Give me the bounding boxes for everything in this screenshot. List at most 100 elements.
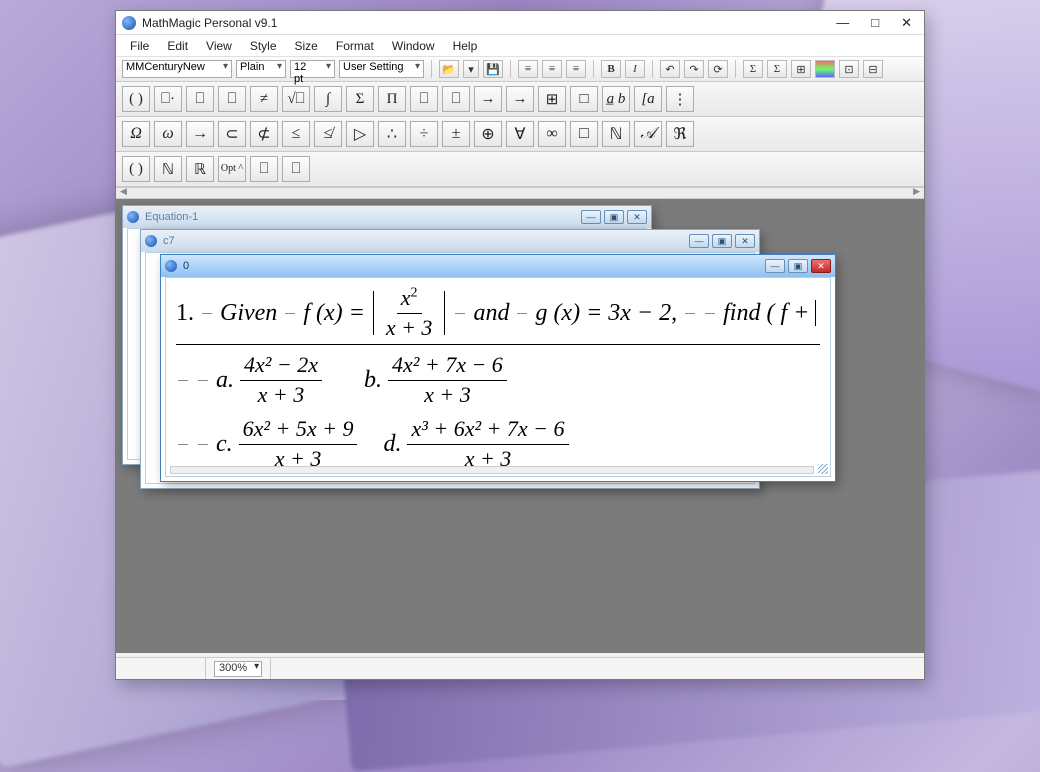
tmpl-slot5[interactable]: ⎕ — [410, 86, 438, 112]
sym-natural[interactable]: ℕ — [602, 121, 630, 147]
mdi-close-button[interactable]: ✕ — [811, 259, 831, 273]
sym-infinity[interactable]: ∞ — [538, 121, 566, 147]
align-center-button[interactable]: ≡ — [542, 60, 562, 78]
tmpl-noteq[interactable]: ≠ — [250, 86, 278, 112]
color-button[interactable] — [815, 60, 835, 78]
sigma-panel2-button[interactable]: Σ — [767, 60, 787, 78]
horizontal-scrollbar[interactable] — [170, 466, 814, 474]
open-dropdown[interactable]: ▾ — [463, 60, 479, 78]
sym-le[interactable]: ≤ — [282, 121, 310, 147]
bold-button[interactable]: B — [601, 60, 621, 78]
tmpl-arrow[interactable]: → — [506, 86, 534, 112]
titlebar[interactable]: MathMagic Personal v9.1 — □ ✕ — [116, 11, 924, 35]
sym-subset[interactable]: ⊂ — [218, 121, 246, 147]
sym-real-r[interactable]: ℜ — [666, 121, 694, 147]
mdi-max-button[interactable]: ▣ — [712, 234, 732, 248]
mdi-body[interactable]: 1. Given f (x) = x2 x + 3 and — [165, 277, 831, 477]
tmpl-slot1[interactable]: ⎕· — [154, 86, 182, 112]
save-button[interactable]: 💾 — [483, 60, 503, 78]
align-right-button[interactable]: ≡ — [566, 60, 586, 78]
mdi-min-button[interactable]: — — [689, 234, 709, 248]
tmpl-underline[interactable]: a̲ b — [602, 86, 630, 112]
menu-style[interactable]: Style — [242, 37, 285, 55]
redo-button[interactable]: ↷ — [684, 60, 704, 78]
tmpl-slot3[interactable]: ⎕ — [218, 86, 246, 112]
palette-scroll[interactable] — [116, 187, 924, 199]
sym-oplus[interactable]: ⊕ — [474, 121, 502, 147]
resize-grip[interactable] — [818, 464, 828, 474]
sym-plusminus[interactable]: ± — [442, 121, 470, 147]
sym-square[interactable]: □ — [570, 121, 598, 147]
menu-view[interactable]: View — [198, 37, 240, 55]
tmpl-matrix[interactable]: ⊞ — [538, 86, 566, 112]
format-toolbar: MMCenturyNew Plain 12 pt User Setting 📂 … — [116, 57, 924, 82]
panel2-button[interactable]: ⊟ — [863, 60, 883, 78]
minimize-button[interactable]: — — [836, 15, 849, 31]
sym-therefore[interactable]: ∴ — [378, 121, 406, 147]
tmpl-integral[interactable]: ∫ — [314, 86, 342, 112]
tmpl-slot2[interactable]: ⎕ — [186, 86, 214, 112]
ext-parens[interactable]: ( ) — [122, 156, 150, 182]
sigma-panel-button[interactable]: Σ — [743, 60, 763, 78]
zoom-select[interactable]: 300% — [214, 661, 262, 677]
menu-format[interactable]: Format — [328, 37, 382, 55]
tmpl-product[interactable]: Π — [378, 86, 406, 112]
tmpl-parens[interactable]: ( ) — [122, 86, 150, 112]
ext-opt[interactable]: Opt ^ — [218, 156, 246, 182]
text-find: find ( f + — [723, 298, 809, 329]
ext-slot1[interactable]: ⎕ — [250, 156, 278, 182]
tmpl-dots[interactable]: ⋮ — [666, 86, 694, 112]
font-select[interactable]: MMCenturyNew — [122, 60, 232, 78]
sym-divide[interactable]: ÷ — [410, 121, 438, 147]
mdi-close-button[interactable]: ✕ — [627, 210, 647, 224]
maximize-button[interactable]: □ — [871, 15, 879, 31]
tmpl-radical[interactable]: √⎕ — [282, 86, 310, 112]
menu-edit[interactable]: Edit — [159, 37, 196, 55]
equation-editor[interactable]: 1. Given f (x) = x2 x + 3 and — [166, 278, 830, 477]
sym-script-a[interactable]: 𝒜 — [634, 121, 662, 147]
ext-slot2[interactable]: ⎕ — [282, 156, 310, 182]
open-button[interactable]: 📂 — [439, 60, 459, 78]
sym-notle[interactable]: ≰ — [314, 121, 342, 147]
style-select[interactable]: Plain — [236, 60, 286, 78]
preset-select[interactable]: User Setting — [339, 60, 424, 78]
size-select[interactable]: 12 pt — [290, 60, 335, 78]
menu-file[interactable]: File — [122, 37, 157, 55]
mdi-window-0[interactable]: 0 — ▣ ✕ 1. Given f (x) = — [160, 254, 836, 482]
symbol-palette: Ω ω → ⊂ ⊄ ≤ ≰ ▷ ∴ ÷ ± ⊕ ∀ ∞ □ ℕ 𝒜 ℜ — [116, 117, 924, 152]
refresh-button[interactable]: ⟳ — [708, 60, 728, 78]
tmpl-bracket[interactable]: [a — [634, 86, 662, 112]
sym-omega-lc[interactable]: ω — [154, 121, 182, 147]
fraction-b: 4x² + 7x − 6 x + 3 — [388, 351, 507, 409]
sym-notsubset[interactable]: ⊄ — [250, 121, 278, 147]
align-left-button[interactable]: ≡ — [518, 60, 538, 78]
sym-arrow[interactable]: → — [186, 121, 214, 147]
menu-help[interactable]: Help — [445, 37, 486, 55]
window-controls: — □ ✕ — [836, 15, 918, 31]
mdi-max-button[interactable]: ▣ — [788, 259, 808, 273]
undo-button[interactable]: ↶ — [660, 60, 680, 78]
sym-omega-uc[interactable]: Ω — [122, 121, 150, 147]
ext-natural[interactable]: ℕ — [154, 156, 182, 182]
grid-button[interactable]: ⊞ — [791, 60, 811, 78]
tmpl-box[interactable]: □ — [570, 86, 598, 112]
mdi-close-button[interactable]: ✕ — [735, 234, 755, 248]
text-given: Given — [220, 298, 277, 329]
ext-real[interactable]: ℝ — [186, 156, 214, 182]
mdi-titlebar[interactable]: Equation-1 — ▣ ✕ — [123, 206, 651, 228]
close-button[interactable]: ✕ — [901, 15, 912, 31]
italic-button[interactable]: I — [625, 60, 645, 78]
menu-size[interactable]: Size — [287, 37, 326, 55]
tmpl-sum[interactable]: Σ — [346, 86, 374, 112]
tmpl-slot6[interactable]: ⎕ — [442, 86, 470, 112]
tmpl-vector[interactable]: → — [474, 86, 502, 112]
mdi-max-button[interactable]: ▣ — [604, 210, 624, 224]
panel-button[interactable]: ⊡ — [839, 60, 859, 78]
mdi-titlebar[interactable]: c7 — ▣ ✕ — [141, 230, 759, 252]
menu-window[interactable]: Window — [384, 37, 443, 55]
mdi-titlebar[interactable]: 0 — ▣ ✕ — [161, 255, 835, 277]
sym-triangle[interactable]: ▷ — [346, 121, 374, 147]
mdi-min-button[interactable]: — — [765, 259, 785, 273]
sym-forall[interactable]: ∀ — [506, 121, 534, 147]
mdi-min-button[interactable]: — — [581, 210, 601, 224]
